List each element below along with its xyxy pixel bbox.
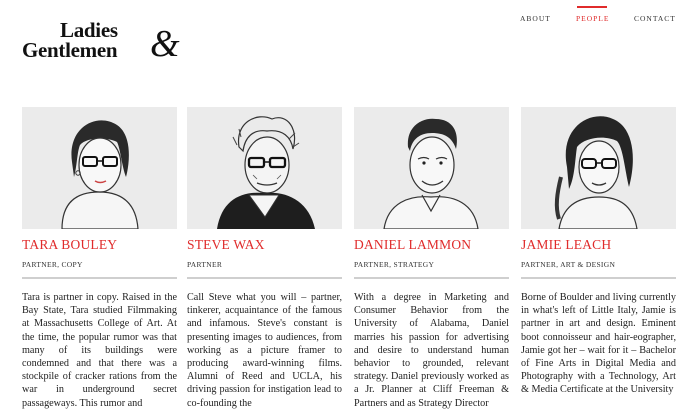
logo-line-2: Gentlemen bbox=[22, 38, 118, 62]
person-card: TARA BOULEY PARTNER, COPY Tara is partne… bbox=[22, 107, 177, 409]
divider bbox=[354, 277, 509, 279]
person-name[interactable]: TARA BOULEY bbox=[22, 237, 117, 253]
person-name[interactable]: STEVE WAX bbox=[187, 237, 265, 253]
divider bbox=[521, 277, 676, 279]
person-bio: With a degree in Marketing and Consumer … bbox=[354, 292, 509, 409]
logo[interactable]: Ladies Gentlemen & bbox=[22, 17, 182, 64]
person-role: PARTNER, STRATEGY bbox=[354, 260, 435, 269]
person-card: STEVE WAX PARTNER Call Steve what you wi… bbox=[187, 107, 342, 409]
portrait-tara-bouley[interactable] bbox=[22, 107, 177, 229]
person-role: PARTNER, ART & DESIGN bbox=[521, 260, 616, 269]
portrait-steve-wax[interactable] bbox=[187, 107, 342, 229]
portrait-daniel-lammon[interactable] bbox=[354, 107, 509, 229]
person-name[interactable]: DANIEL LAMMON bbox=[354, 237, 471, 253]
nav-about[interactable]: ABOUT bbox=[520, 14, 551, 23]
person-role: PARTNER bbox=[187, 260, 223, 269]
person-bio: Tara is partner in copy. Raised in the B… bbox=[22, 292, 177, 409]
nav-contact[interactable]: CONTACT bbox=[634, 14, 676, 23]
person-bio: Call Steve what you will – partner, tink… bbox=[187, 292, 342, 409]
logo-ampersand: & bbox=[150, 23, 180, 65]
portrait-jamie-leach[interactable] bbox=[521, 107, 676, 229]
active-nav-indicator bbox=[577, 6, 607, 8]
nav-people[interactable]: PEOPLE bbox=[576, 14, 610, 23]
person-card: DANIEL LAMMON PARTNER, STRATEGY With a d… bbox=[354, 107, 509, 409]
divider bbox=[22, 277, 177, 279]
person-card: JAMIE LEACH PARTNER, ART & DESIGN Borne … bbox=[521, 107, 676, 395]
divider bbox=[187, 277, 342, 279]
person-bio: Borne of Boulder and living currently in… bbox=[521, 292, 676, 396]
person-name[interactable]: JAMIE LEACH bbox=[521, 237, 611, 253]
person-role: PARTNER, COPY bbox=[22, 260, 83, 269]
